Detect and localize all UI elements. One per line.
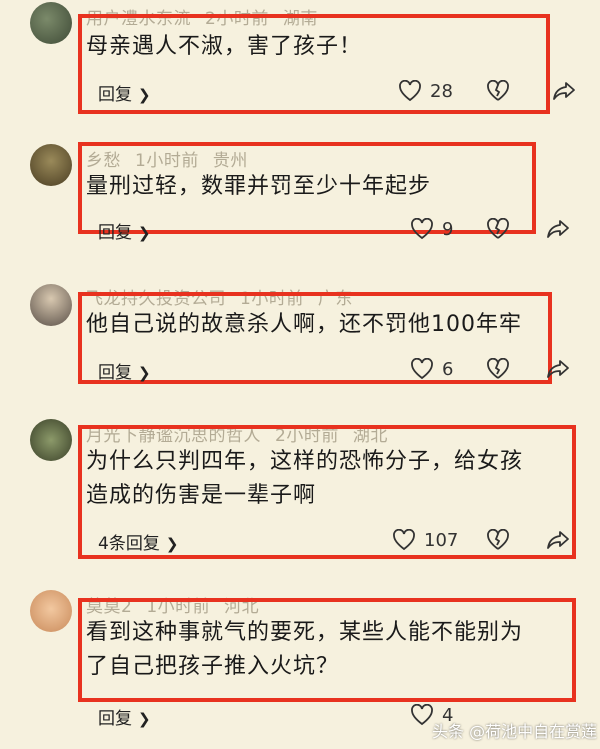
broken-heart-icon [487,80,509,101]
heart-icon [411,704,433,726]
like-count: 9 [442,218,454,240]
share-icon [547,360,569,378]
reply-label: 回复 [98,709,132,729]
heart-icon [411,358,433,380]
heart-icon [399,80,421,102]
reply-label: 4条回复 [98,534,160,554]
comment-text: 母亲遇人不淑，害了孩子！ [86,34,363,59]
avatar[interactable] [30,419,72,461]
like-count: 6 [442,358,454,380]
avatar[interactable] [30,590,72,632]
share-icon [553,82,575,100]
chevron-right-icon: ❯ [138,364,151,382]
dislike-button[interactable] [486,80,510,102]
heart-icon [411,218,433,240]
broken-heart-icon [487,358,509,379]
like-count: 107 [424,529,459,551]
comment-item: 用户澧水东流 2小时前 湖南 母亲遇人不淑，害了孩子！ 回复 ❯ 28 [0,0,600,120]
dislike-button[interactable] [486,529,510,551]
like-button[interactable]: 9 [410,218,453,240]
chevron-right-icon: ❯ [138,86,151,104]
reply-button[interactable]: 4条回复 ❯ [98,529,178,554]
comment-text: 看到这种事就气的要死，某些人能不能别为 了自己把孩子推入火坑？ [86,620,524,679]
share-icon [547,220,569,238]
broken-heart-icon [487,218,509,239]
reply-label: 回复 [98,223,132,243]
reply-label: 回复 [98,363,132,383]
comment-item: 乡愁 1小时前 贵州 量刑过轻，数罪并罚至少十年起步 回复 ❯ 9 [0,140,600,250]
like-button[interactable]: 28 [398,80,453,102]
chevron-right-icon: ❯ [138,224,151,242]
reply-button[interactable]: 回复 ❯ [98,704,151,729]
broken-heart-icon [487,529,509,550]
reply-label: 回复 [98,85,132,105]
watermark: 头条 @荷池中自在赏莲 [432,722,598,741]
share-button[interactable] [546,529,570,551]
share-button[interactable] [552,80,576,102]
dislike-button[interactable] [486,218,510,240]
avatar[interactable] [30,2,72,44]
like-button[interactable]: 107 [392,529,458,551]
like-count: 28 [430,80,453,102]
avatar[interactable] [30,144,72,186]
comment-text: 为什么只判四年，这样的恐怖分子，给女孩 造成的伤害是一辈子啊 [86,449,524,508]
heart-icon [393,529,415,551]
like-button[interactable]: 6 [410,358,453,380]
share-button[interactable] [546,218,570,240]
comment-item: 飞龙持久投资公司 1小时前 广东 他自己说的故意杀人啊，还不罚他100年牢 回复 ❯ … [0,280,600,390]
dislike-button[interactable] [486,358,510,380]
chevron-right-icon: ❯ [165,535,179,553]
chevron-right-icon: ❯ [138,710,151,728]
reply-button[interactable]: 回复 ❯ [98,218,151,243]
avatar[interactable] [30,284,72,326]
comment-text: 他自己说的故意杀人啊，还不罚他100年牢 [86,312,522,337]
comment-text: 量刑过轻，数罪并罚至少十年起步 [86,174,432,199]
reply-button[interactable]: 回复 ❯ [98,80,151,105]
comment-item: 月光下静谧沉思的哲人 2小时前 湖北 为什么只判四年，这样的恐怖分子，给女孩 造成的… [0,415,600,565]
share-icon [547,531,569,549]
reply-button[interactable]: 回复 ❯ [98,358,151,383]
share-button[interactable] [546,358,570,380]
